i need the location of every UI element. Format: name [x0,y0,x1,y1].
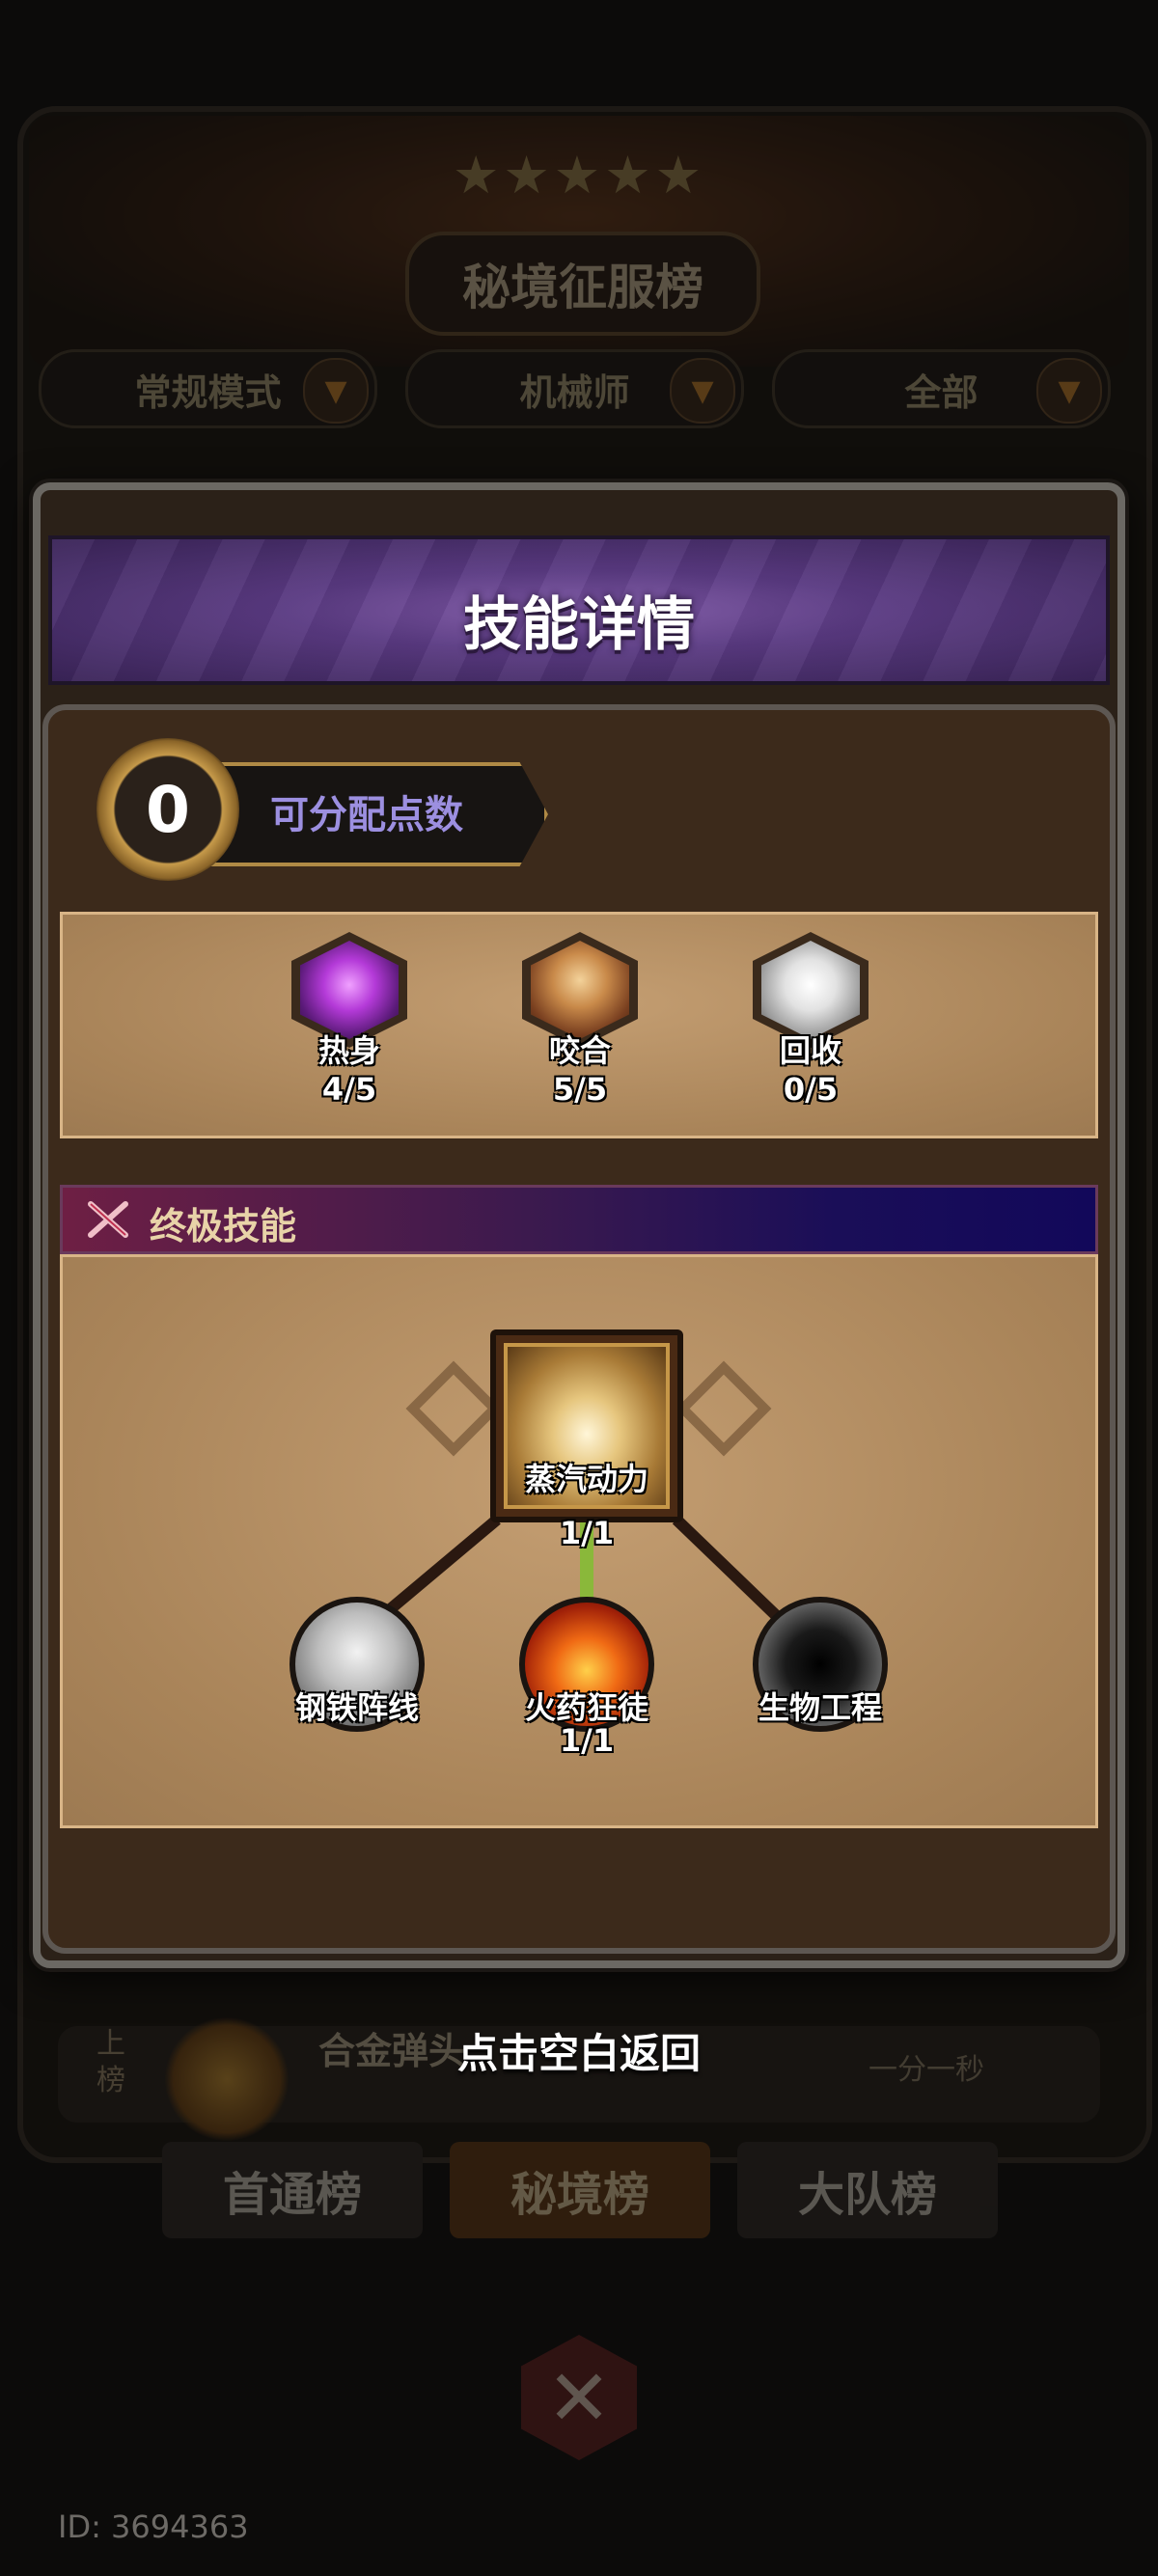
skill-name: 蒸汽动力 [524,1461,648,1497]
stars-decoration-icon: ★★★★★ [452,145,706,206]
skill-recycle[interactable]: 回收 0/5 [753,932,868,1108]
modal-header: 技能详情 [48,535,1110,685]
skill-name: 生物工程 [758,1689,882,1726]
skill-name: 回收 [779,1032,841,1069]
chevron-down-icon: ▼ [670,358,735,424]
skill-name: 咬合 [548,1032,611,1069]
mode-filter-dropdown[interactable]: 常规模式 ▼ [39,349,377,428]
scope-filter-dropdown[interactable]: 全部 ▼ [772,349,1111,428]
mode-filter-label: 常规模式 [134,370,282,414]
points-label: 可分配点数 [270,793,463,837]
crossed-swords-icon [88,1201,128,1238]
skill-level: 0/5 [783,1071,839,1108]
tab-first-clear[interactable]: 首通榜 [162,2142,423,2238]
modal-title: 技能详情 [463,591,695,659]
skill-bite[interactable]: 咬合 5/5 [522,932,638,1108]
skill-level: 5/5 [552,1071,608,1108]
skill-warmup[interactable]: 热身 4/5 [291,932,407,1108]
ultimate-section-label: 终极技能 [150,1205,297,1247]
scope-filter-label: 全部 [904,370,979,414]
user-id: ID: 3694363 [58,2508,249,2545]
leaderboard-title: 秘境征服榜 [405,232,760,336]
points-value: 0 [96,738,239,881]
class-filter-label: 机械师 [519,370,630,414]
skill-level: 1/1 [559,1722,615,1759]
skill-level: 1/1 [559,1515,615,1551]
tab-secret-realm[interactable]: 秘境榜 [450,2142,710,2238]
tab-squad[interactable]: 大队榜 [737,2142,998,2238]
skill-name: 钢铁阵线 [294,1689,419,1726]
dismiss-hint[interactable]: 点击空白返回 [0,2021,1158,2080]
class-filter-dropdown[interactable]: 机械师 ▼ [405,349,744,428]
chevron-down-icon: ▼ [1036,358,1102,424]
skill-name: 热身 [317,1032,380,1069]
chevron-down-icon: ▼ [303,358,369,424]
close-icon[interactable]: ✕ [521,2335,637,2460]
skill-level: 4/5 [321,1071,377,1108]
